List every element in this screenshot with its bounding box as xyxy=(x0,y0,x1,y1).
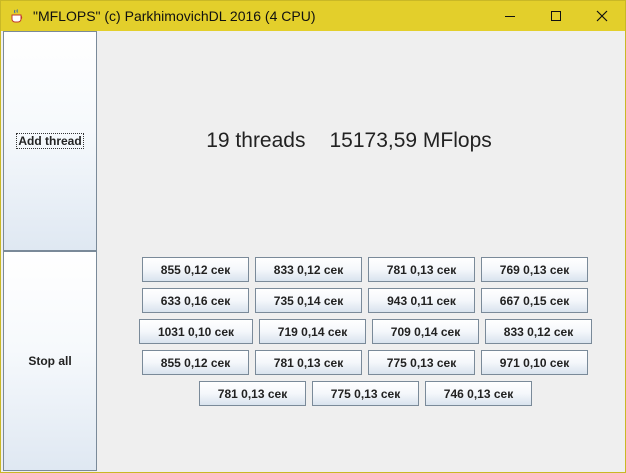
minimize-icon xyxy=(505,16,515,17)
stop-all-label: Stop all xyxy=(28,354,72,368)
app-window: "MFLOPS" (c) ParkhimovichDL 2016 (4 CPU)… xyxy=(0,0,626,473)
thread-button[interactable]: 769 0,13 сек xyxy=(481,257,588,282)
thread-button[interactable]: 781 0,13 сек xyxy=(199,381,306,406)
thread-button[interactable]: 775 0,13 сек xyxy=(368,350,475,375)
thread-button[interactable]: 775 0,13 сек xyxy=(312,381,419,406)
thread-button[interactable]: 833 0,12 сек xyxy=(485,319,592,344)
thread-button[interactable]: 855 0,12 сек xyxy=(142,350,249,375)
thread-button[interactable]: 781 0,13 сек xyxy=(255,350,362,375)
java-cup-icon xyxy=(11,9,23,23)
maximize-icon xyxy=(551,11,561,21)
thread-button[interactable]: 735 0,14 сек xyxy=(255,288,362,313)
mflops-total: 15173,59 MFlops xyxy=(329,129,492,152)
thread-button[interactable]: 855 0,12 сек xyxy=(142,257,249,282)
thread-button[interactable]: 633 0,16 сек xyxy=(142,288,249,313)
thread-button[interactable]: 719 0,14 сек xyxy=(259,319,366,344)
window-title: "MFLOPS" (c) ParkhimovichDL 2016 (4 CPU) xyxy=(33,8,316,24)
stop-all-button[interactable]: Stop all xyxy=(3,251,97,471)
thread-button[interactable]: 709 0,14 сек xyxy=(372,319,479,344)
close-icon xyxy=(596,10,608,22)
thread-count: 19 threads xyxy=(206,129,306,152)
thread-button[interactable]: 781 0,13 сек xyxy=(368,257,475,282)
thread-button[interactable]: 746 0,13 сек xyxy=(425,381,532,406)
thread-button[interactable]: 1031 0,10 сек xyxy=(139,319,253,344)
thread-button[interactable]: 833 0,12 сек xyxy=(255,257,362,282)
thread-button[interactable]: 667 0,15 сек xyxy=(481,288,588,313)
minimize-button[interactable] xyxy=(487,1,533,31)
stats-display: 19 threads 15173,59 MFlops xyxy=(99,129,599,153)
title-bar[interactable]: "MFLOPS" (c) ParkhimovichDL 2016 (4 CPU) xyxy=(1,1,625,31)
thread-button[interactable]: 943 0,11 сек xyxy=(368,288,475,313)
thread-button[interactable]: 971 0,10 сек xyxy=(481,350,588,375)
close-button[interactable] xyxy=(579,1,625,31)
add-thread-label: Add thread xyxy=(16,133,84,149)
add-thread-button[interactable]: Add thread xyxy=(3,31,97,251)
maximize-button[interactable] xyxy=(533,1,579,31)
